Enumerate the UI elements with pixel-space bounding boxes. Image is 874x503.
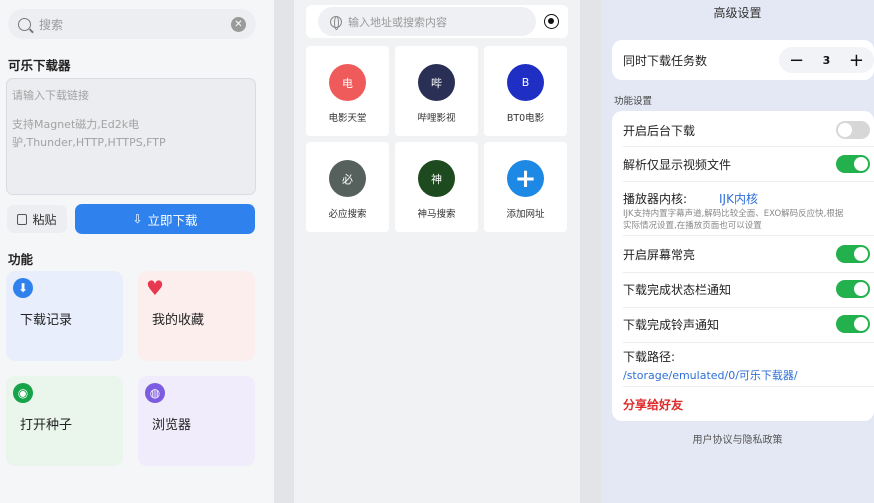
input-hint: 支持Magnet磁力,Ed2k电驴,Thunder,HTTP,HTTPS,FTP <box>12 118 166 149</box>
site-tile[interactable]: 必 必应搜索 <box>306 142 389 232</box>
section-label: 功能设置 <box>614 96 653 107</box>
site-tile[interactable]: 电 电影天堂 <box>306 46 389 136</box>
setting-label: 开启屏幕常亮 <box>623 248 696 262</box>
site-icon: B <box>507 64 544 101</box>
path-label: 下载路径: <box>623 350 676 364</box>
globe-icon <box>330 15 342 30</box>
downloader-panel: 搜索 ✕ 可乐下载器 请输入下载链接 支持Magnet磁力,Ed2k电驴,Thu… <box>0 0 274 503</box>
globe-icon: ◍ <box>145 383 165 403</box>
download-icon: ⇩ <box>132 212 143 226</box>
divider <box>580 0 601 503</box>
page-title: 高级设置 <box>713 6 762 20</box>
concurrent-label: 同时下载任务数 <box>623 54 708 68</box>
notify-sound-toggle[interactable] <box>836 315 870 333</box>
site-label: 添加网址 <box>506 209 545 220</box>
search-icon <box>18 17 31 31</box>
eye-icon: ◉ <box>13 383 33 403</box>
card-browser[interactable]: ◍ 浏览器 <box>138 376 255 466</box>
bg-download-toggle[interactable] <box>836 121 870 139</box>
site-label: 哔哩影视 <box>417 113 456 124</box>
setting-label: 解析仅显示视频文件 <box>623 158 732 172</box>
player-value[interactable]: IJK内核 <box>719 190 758 207</box>
divider <box>274 0 294 503</box>
download-link-input[interactable]: 请输入下载链接 支持Magnet磁力,Ed2k电驴,Thunder,HTTP,H… <box>6 78 256 195</box>
minus-button[interactable]: − <box>789 50 804 71</box>
concurrent-group: 同时下载任务数 − 3 + <box>612 40 874 80</box>
section-title: 可乐下载器 <box>8 58 71 73</box>
card-favorites[interactable]: ♥ 我的收藏 <box>138 271 255 361</box>
card-label: 打开种子 <box>20 418 73 433</box>
privacy-link[interactable]: 用户协议与隐私政策 <box>601 431 874 446</box>
paste-button[interactable]: 粘贴 <box>7 205 67 233</box>
site-tile[interactable]: 神 神马搜索 <box>395 142 478 232</box>
copy-icon <box>17 213 28 225</box>
path-value[interactable]: /storage/emulated/0/可乐下载器/ <box>623 367 798 383</box>
site-label: 神马搜索 <box>417 209 456 220</box>
features-title: 功能 <box>8 252 34 267</box>
record-icon[interactable] <box>544 14 559 29</box>
share-button[interactable]: 分享给好友 <box>623 396 683 413</box>
settings-group: 开启后台下载 解析仅显示视频文件 播放器内核: IJK内核 IJK支持内置字幕声… <box>612 111 874 421</box>
card-label: 下载记录 <box>20 313 73 328</box>
quantity-stepper[interactable]: − 3 + <box>779 47 874 73</box>
browser-panel: 输入地址或搜索内容 电 电影天堂 哔 哔哩影视 B BT0电影 必 必应搜索 神… <box>294 0 580 503</box>
input-placeholder: 请输入下载链接 <box>12 89 89 102</box>
plus-icon: + <box>507 160 544 197</box>
setting-label: 下载完成状态栏通知 <box>623 283 732 297</box>
site-icon: 必 <box>329 160 366 197</box>
paste-label: 粘贴 <box>32 212 57 227</box>
search-placeholder: 搜索 <box>39 17 64 32</box>
url-input[interactable]: 输入地址或搜索内容 <box>318 7 536 36</box>
notify-status-toggle[interactable] <box>836 280 870 298</box>
card-download-history[interactable]: ⬇ 下载记录 <box>6 271 123 361</box>
settings-panel: 高级设置 同时下载任务数 − 3 + 功能设置 开启后台下载 解析仅显示视频文件… <box>601 0 874 503</box>
site-icon: 哔 <box>418 64 455 101</box>
url-placeholder: 输入地址或搜索内容 <box>348 15 447 29</box>
card-label: 我的收藏 <box>152 313 205 328</box>
screen-on-toggle[interactable] <box>836 245 870 263</box>
stepper-value: 3 <box>822 53 831 67</box>
site-label: 电影天堂 <box>328 113 367 124</box>
card-label: 浏览器 <box>152 418 192 433</box>
player-description: IJK支持内置字幕声道,解码比较全面、EXO解码反应快,根据实际情况设置,在播放… <box>623 209 844 231</box>
site-label: BT0电影 <box>506 113 545 124</box>
site-icon: 电 <box>329 64 366 101</box>
search-bar[interactable]: 搜索 ✕ <box>8 9 256 39</box>
site-label: 必应搜索 <box>328 209 367 220</box>
site-tile[interactable]: 哔 哔哩影视 <box>395 46 478 136</box>
setting-label: 下载完成铃声通知 <box>623 318 720 332</box>
plus-button[interactable]: + <box>849 50 864 71</box>
video-only-toggle[interactable] <box>836 155 870 173</box>
site-icon: 神 <box>418 160 455 197</box>
download-label: 立即下载 <box>147 212 198 228</box>
add-site-tile[interactable]: + 添加网址 <box>484 142 567 232</box>
heart-icon: ♥ <box>146 276 164 300</box>
card-open-torrent[interactable]: ◉ 打开种子 <box>6 376 123 466</box>
setting-label: 开启后台下载 <box>623 124 696 138</box>
clear-icon[interactable]: ✕ <box>231 16 246 32</box>
download-icon: ⬇ <box>13 278 33 298</box>
site-tile[interactable]: B BT0电影 <box>484 46 567 136</box>
player-label: 播放器内核: <box>623 192 688 206</box>
download-now-button[interactable]: ⇩ 立即下载 <box>75 204 255 234</box>
